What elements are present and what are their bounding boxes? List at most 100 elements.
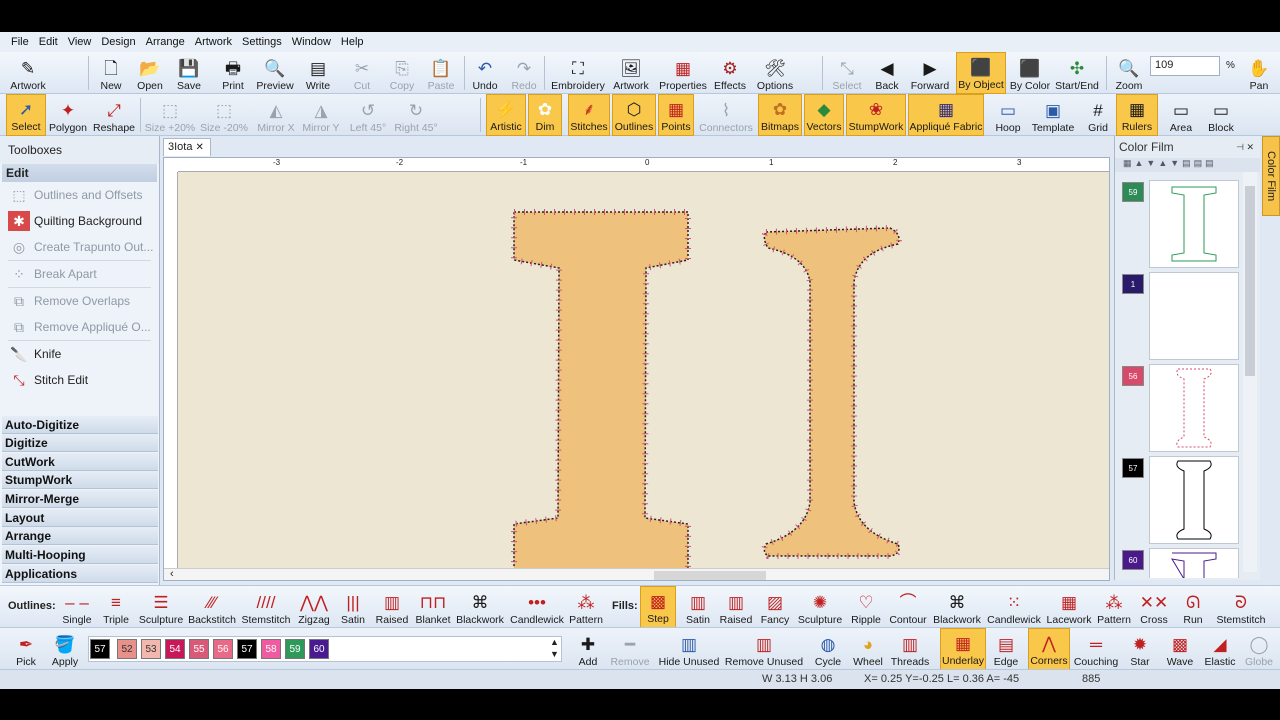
menu-edit[interactable]: Edit [34, 32, 63, 52]
color-swatch[interactable]: 59 [285, 639, 305, 659]
color-swatch[interactable]: 57 [237, 639, 257, 659]
preview-button[interactable]: 🔍 Preview [254, 52, 296, 94]
toolbox-applications[interactable]: Applications [2, 565, 158, 583]
reshape-tool-button[interactable]: ⤢ Reshape [92, 94, 136, 136]
cut-button[interactable]: ✂ Cut [348, 52, 376, 94]
tool-knife[interactable]: 🔪 Knife [0, 341, 159, 367]
hoop-button[interactable]: ▭ Hoop [992, 94, 1024, 136]
color-film-tool-icons[interactable]: ▦▲▼▲▼▤▤▤ [1123, 158, 1217, 168]
fill-lacework-button[interactable]: ▦ Lacework [1044, 586, 1094, 628]
toolbox-digitize[interactable]: Digitize [2, 434, 158, 452]
by-color-button[interactable]: ⬛ By Color [1008, 52, 1052, 94]
fill-pattern-button[interactable]: ⁂ Pattern [1096, 586, 1132, 628]
fill-sculpture-button[interactable]: ✺ Sculpture [796, 586, 844, 628]
size-plus-button[interactable]: ⬚ Size +20% [144, 94, 196, 136]
vectors-view-button[interactable]: ◆ Vectors [804, 94, 844, 136]
stitches-view-button[interactable]: ⸙ Stitches [568, 94, 610, 136]
zoom-level-input[interactable]: 109 [1150, 56, 1220, 76]
menu-artwork[interactable]: Artwork [190, 32, 237, 52]
rulers-button[interactable]: ▦ Rulers [1116, 94, 1158, 136]
tool-remove-applique-overlaps[interactable]: ⧉ Remove Appliqué O... [0, 314, 159, 340]
color-film-side-tab[interactable]: Color Film [1262, 136, 1280, 216]
elastic-button[interactable]: ◢ Elastic [1202, 628, 1238, 670]
properties-button[interactable]: ▦ Properties [658, 52, 708, 94]
letter-i-serif-shape[interactable] [513, 211, 689, 578]
corners-button[interactable]: ⋀ Corners [1028, 628, 1070, 670]
wheel-button[interactable]: ◕ Wheel [850, 628, 886, 670]
options-button[interactable]: 🛠 Options [754, 52, 796, 94]
copy-button[interactable]: ⎘ Copy [386, 52, 418, 94]
artwork-mode-button[interactable]: ✎ Artwork [6, 52, 50, 94]
couching-button[interactable]: ═ Couching [1072, 628, 1120, 670]
fill-stemstitch-button[interactable]: ᘐ Stemstitch [1214, 586, 1268, 628]
effects-button[interactable]: ⚙ Effects [712, 52, 748, 94]
fill-ripple-button[interactable]: ♡ Ripple [848, 586, 884, 628]
globe-button[interactable]: ◯ Globe [1242, 628, 1276, 670]
cycle-button[interactable]: ◍ Cycle [812, 628, 844, 670]
grid-button[interactable]: # Grid [1084, 94, 1112, 136]
wave-button[interactable]: ▩ Wave [1164, 628, 1196, 670]
embroidery-button[interactable]: ⛶ Embroidery [550, 52, 606, 94]
dim-button[interactable]: ✿ Dim [528, 94, 562, 136]
menu-arrange[interactable]: Arrange [141, 32, 190, 52]
scrollbar-thumb[interactable] [654, 571, 766, 580]
menu-file[interactable]: File [6, 32, 34, 52]
outline-backstitch-button[interactable]: ⁄⁄⁄ Backstitch [188, 586, 236, 628]
color-film-item[interactable]: 60 [1119, 548, 1241, 578]
size-minus-button[interactable]: ⬚ Size -20% [200, 94, 248, 136]
zoom-button[interactable]: 🔍 Zoom [1112, 52, 1146, 94]
undo-button[interactable]: ↶ Undo [470, 52, 500, 94]
tool-break-apart[interactable]: ⁘ Break Apart [0, 261, 159, 287]
menu-help[interactable]: Help [336, 32, 369, 52]
remove-color-button[interactable]: ━ Remove [610, 628, 650, 670]
outline-stemstitch-button[interactable]: ////Stemstitch [240, 586, 292, 628]
threads-button[interactable]: ▥ Threads [890, 628, 930, 670]
color-swatch[interactable]: 54 [165, 639, 185, 659]
bitmaps-view-button[interactable]: ✿ Bitmaps [758, 94, 802, 136]
fill-blackwork-button[interactable]: ⌘ Blackwork [932, 586, 982, 628]
color-swatch[interactable]: 60 [309, 639, 329, 659]
scroll-left-icon[interactable]: ‹ [170, 568, 174, 580]
applique-fabric-view-button[interactable]: ▦ Appliqué Fabric [908, 94, 984, 136]
polygon-tool-button[interactable]: ✦ Polygon [48, 94, 88, 136]
area-button[interactable]: ▭ Area [1164, 94, 1198, 136]
save-button[interactable]: 💾 Save [174, 52, 204, 94]
outline-sculpture-button[interactable]: ☰ Sculpture [138, 586, 184, 628]
color-swatch[interactable]: 57 [90, 639, 110, 659]
color-swatch[interactable]: 56 [213, 639, 233, 659]
edit-toolbox-header[interactable]: Edit [2, 164, 157, 182]
toolbox-auto-digitize[interactable]: Auto-Digitize [2, 416, 158, 434]
tool-stitch-edit[interactable]: ⤡ Stitch Edit [0, 367, 159, 393]
toolbox-cutwork[interactable]: CutWork [2, 453, 158, 471]
write-button[interactable]: ▤ Write [302, 52, 334, 94]
outline-zigzag-button[interactable]: ⋀⋀ Zigzag [296, 586, 332, 628]
outline-pattern-button[interactable]: ⁂ Pattern [568, 586, 604, 628]
letter-i-curved-shape[interactable] [763, 227, 900, 557]
color-film-item[interactable]: 56 [1119, 364, 1241, 452]
apply-color-button[interactable]: 🪣 Apply [48, 628, 82, 670]
new-button[interactable]: 🗋 New [96, 52, 126, 94]
tool-remove-overlaps[interactable]: ⧉ Remove Overlaps [0, 288, 159, 314]
stumpwork-view-button[interactable]: ❀ StumpWork [846, 94, 906, 136]
select-object-button[interactable]: ⤡ Select [830, 52, 864, 94]
fill-cross-button[interactable]: ✕✕ Cross [1138, 586, 1170, 628]
star-button[interactable]: ✹ Star [1126, 628, 1154, 670]
tool-quilting-background[interactable]: ✱ Quilting Background [0, 208, 159, 234]
swatch-scroll-icon[interactable]: ▲ ▼ [550, 636, 559, 660]
fill-contour-button[interactable]: ⌒ Contour [886, 586, 930, 628]
remove-unused-button[interactable]: ▥ Remove Unused [724, 628, 804, 670]
horizontal-scrollbar[interactable]: ‹ [164, 568, 1109, 580]
toolbox-layout[interactable]: Layout [2, 509, 158, 527]
color-film-scrollbar[interactable] [1243, 172, 1257, 572]
template-button[interactable]: ▣ Template [1030, 94, 1076, 136]
color-swatch[interactable]: 55 [189, 639, 209, 659]
color-swatch[interactable]: 58 [261, 639, 281, 659]
print-button[interactable]: 🖶 Print [218, 52, 248, 94]
open-button[interactable]: 📂 Open [134, 52, 166, 94]
pin-icon[interactable]: ⊣ ✕ [1236, 136, 1254, 158]
by-object-button[interactable]: ⬛ By Object [956, 52, 1006, 94]
toolbox-mirror-merge[interactable]: Mirror-Merge [2, 490, 158, 508]
toolbox-multi-hooping[interactable]: Multi-Hooping [2, 546, 158, 564]
color-swatch[interactable]: 52 [117, 639, 137, 659]
scrollbar-thumb[interactable] [1245, 186, 1255, 376]
